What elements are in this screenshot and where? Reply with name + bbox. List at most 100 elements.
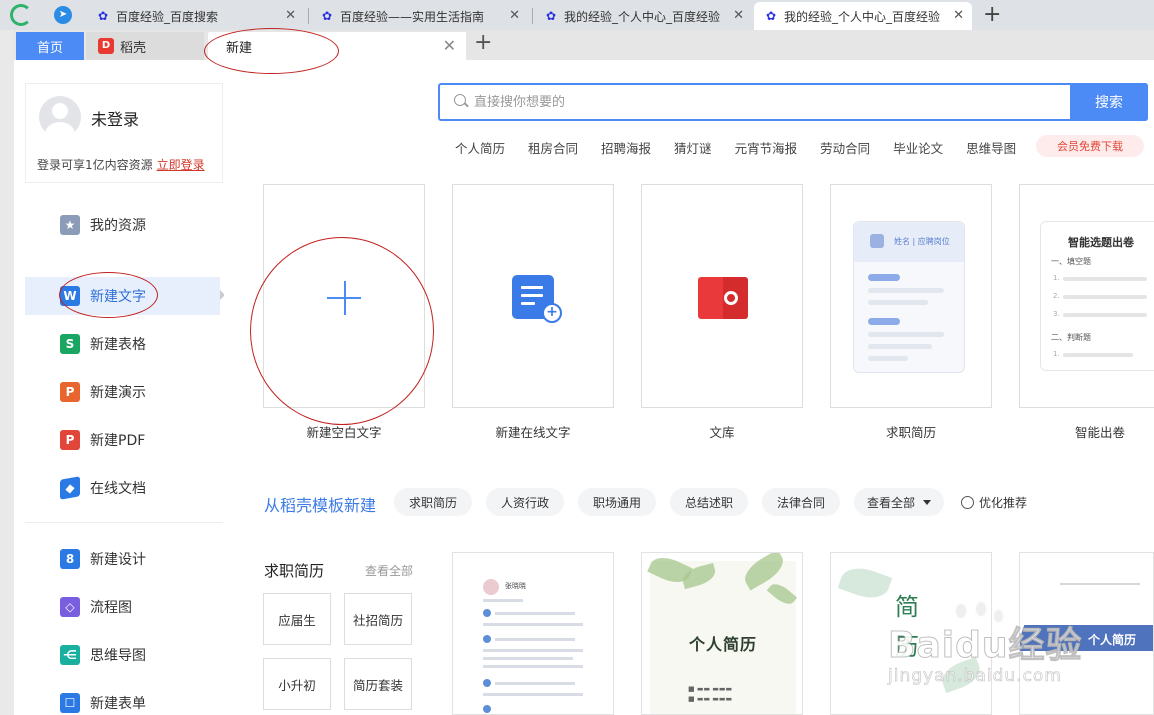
hot-link[interactable]: 毕业论文 [893, 138, 943, 157]
resume-category-button[interactable]: 应届生 [263, 593, 331, 645]
sidebar-item-mindmap[interactable]: ⋲ 思维导图 [25, 636, 220, 674]
view-all-label: 查看全部 [866, 495, 915, 510]
search-icon [454, 94, 466, 106]
sidebar-item-flowchart[interactable]: ◇ 流程图 [25, 588, 220, 626]
template-name-text: 张晓晓 [505, 582, 526, 590]
vip-free-download-badge[interactable]: 会员免费下载 [1036, 135, 1144, 157]
sidebar-item-new-pdf[interactable]: P 新建PDF [25, 421, 220, 459]
sidebar-item-label: 新建文字 [90, 289, 146, 305]
sidebar-item-new-writer[interactable]: W 新建文字 [25, 277, 220, 315]
caret-down-icon [923, 499, 931, 505]
template-pill[interactable]: 职场通用 [578, 488, 656, 516]
close-tab-icon[interactable]: ✕ [953, 8, 964, 23]
template-pill[interactable]: 人资行政 [486, 488, 564, 516]
close-tab-icon[interactable]: ✕ [443, 36, 456, 55]
close-tab-icon[interactable]: ✕ [285, 8, 296, 23]
resume-template-thumbnail[interactable]: 张晓晓 [452, 552, 614, 715]
library-card[interactable] [641, 184, 803, 408]
login-link[interactable]: 立即登录 [157, 158, 205, 172]
sidebar-item-new-presentation[interactable]: P 新建演示 [25, 373, 220, 411]
sidebar-item-my-resources[interactable]: ★ 我的资源 [25, 206, 220, 244]
person-icon [870, 234, 884, 248]
card-label: 文库 [709, 425, 735, 440]
search-button[interactable]: 搜索 [1070, 83, 1148, 121]
new-blank-doc-card[interactable] [263, 184, 425, 408]
card-label: 求职简历 [885, 425, 936, 440]
tab-new[interactable]: 新建 ✕ [208, 32, 466, 60]
browser-tab-title: 我的经验_个人中心_百度经验 [564, 9, 721, 24]
browser-tab-4[interactable]: ✿ 我的经验_个人中心_百度经验 ✕ [754, 2, 972, 30]
close-tab-icon[interactable]: ✕ [509, 8, 520, 23]
send-icon[interactable]: ➤ [54, 6, 72, 24]
resume-template-thumbnail[interactable]: 个人简历 ■ ▬▬ ▬▬▬ ■ ▬▬ ▬▬▬ [641, 552, 803, 715]
pdf-icon: P [60, 430, 80, 450]
sidebar-item-label: 新建表格 [90, 337, 146, 353]
avatar[interactable] [39, 96, 81, 138]
presentation-icon: P [60, 382, 80, 402]
sidebar-item-label: 新建设计 [90, 552, 146, 568]
spreadsheet-icon: S [60, 334, 80, 354]
user-name: 未登录 [91, 110, 140, 129]
sidebar-item-new-form[interactable]: ☐ 新建表单 [25, 684, 220, 715]
new-online-doc-card[interactable]: + [452, 184, 614, 408]
template-pill[interactable]: 求职简历 [394, 488, 472, 516]
sidebar-item-online-doc[interactable]: ◆ 在线文档 [25, 469, 220, 507]
browser-tab-strip: ➤ ✿ 百度经验_百度搜索 ✕ ✿ 百度经验——实用生活指南 ✕ ✿ 我的经验_… [0, 0, 1154, 30]
add-tab-button[interactable]: + [474, 30, 492, 55]
design-icon: 8 [60, 549, 80, 569]
sidebar-item-label: 在线文档 [90, 481, 146, 497]
tab-separator [532, 8, 533, 24]
hot-link[interactable]: 招聘海报 [601, 138, 651, 157]
resume-category-button[interactable]: 小升初 [263, 658, 331, 710]
tab-separator [308, 8, 309, 24]
resume-card[interactable]: 姓名 | 应聘岗位 [830, 184, 992, 408]
template-pill[interactable]: 法律合同 [762, 488, 840, 516]
sidebar-item-label: 新建演示 [90, 385, 146, 401]
hot-search-links: 个人简历 租房合同 招聘海报 猜灯谜 元宵节海报 劳动合同 毕业论文 思维导图 [455, 138, 1039, 157]
sidebar-item-new-spreadsheet[interactable]: S 新建表格 [25, 325, 220, 363]
user-card: 未登录 登录可享1亿内容资源 立即登录 [25, 83, 223, 183]
search-bar: 搜索 [438, 83, 1148, 121]
exam-section-label: 一、填空题 [1051, 257, 1091, 266]
hot-link[interactable]: 元宵节海报 [735, 138, 798, 157]
mindmap-icon: ⋲ [60, 645, 80, 665]
card-label: 新建空白文字 [306, 425, 382, 440]
close-tab-icon[interactable]: ✕ [733, 8, 744, 23]
template-pill[interactable]: 总结述职 [670, 488, 748, 516]
resume-preview: 姓名 | 应聘岗位 [853, 221, 965, 373]
resume-section-title: 求职简历 [264, 562, 325, 580]
exam-preview-title: 智能选题出卷 [1068, 236, 1134, 249]
star-icon: ★ [60, 215, 80, 235]
hot-link[interactable]: 猜灯谜 [674, 138, 712, 157]
sidebar-item-label: 新建表单 [90, 696, 146, 712]
resume-view-all-link[interactable]: 查看全部 [365, 562, 413, 579]
exam-section-label: 二、判断题 [1051, 333, 1091, 342]
browser-tab-3[interactable]: ✿ 我的经验_个人中心_百度经验 ✕ [534, 2, 752, 30]
plus-icon-bar [327, 297, 361, 299]
flowchart-icon: ◇ [60, 597, 80, 617]
hot-link[interactable]: 思维导图 [966, 138, 1016, 157]
new-browser-tab-button[interactable]: + [983, 2, 1001, 27]
card-label: 智能出卷 [1074, 425, 1125, 440]
resume-category-button[interactable]: 社招简历 [344, 593, 412, 645]
hot-link[interactable]: 租房合同 [528, 138, 578, 157]
browser-tab-2[interactable]: ✿ 百度经验——实用生活指南 ✕ [310, 2, 528, 30]
smart-exam-card[interactable]: 智能选题出卷 一、填空题 1. 2. 3. 二、判断题 1. [1019, 184, 1154, 408]
tab-docer[interactable]: D 稻壳 [86, 32, 204, 60]
baidu-paw-icon: ✿ [97, 9, 109, 23]
search-input[interactable] [474, 85, 1074, 119]
writer-icon: W [60, 286, 80, 306]
view-all-dropdown[interactable]: 查看全部 [854, 488, 944, 516]
card-label: 新建在线文字 [495, 425, 571, 440]
form-icon: ☐ [60, 693, 80, 713]
browser-tab-title: 百度经验——实用生活指南 [340, 9, 485, 24]
login-hint: 登录可享1亿内容资源 立即登录 [37, 156, 205, 173]
resume-category-button[interactable]: 简历套装 [344, 658, 412, 710]
hot-link[interactable]: 个人简历 [455, 138, 505, 157]
recommend-toggle[interactable]: 优化推荐 [954, 488, 1034, 516]
hot-link[interactable]: 劳动合同 [820, 138, 870, 157]
browser-tab-1[interactable]: ✿ 百度经验_百度搜索 ✕ [86, 2, 304, 30]
tab-home[interactable]: 首页 [16, 32, 84, 60]
tab-docer-label: 稻壳 [120, 40, 147, 56]
sidebar-item-new-design[interactable]: 8 新建设计 [25, 540, 220, 578]
